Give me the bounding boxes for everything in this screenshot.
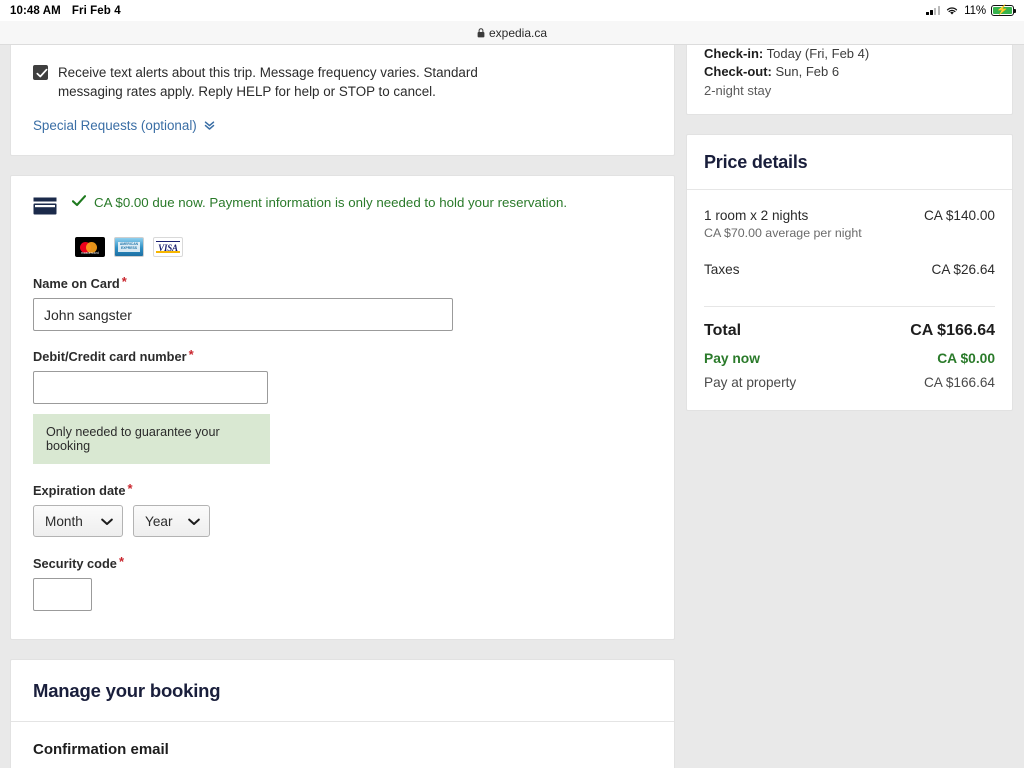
expiration-selects: Month Year — [33, 505, 652, 537]
payment-card: CA $0.00 due now. Payment information is… — [10, 175, 675, 640]
total-value: CA $166.64 — [910, 322, 995, 339]
url-text: expedia.ca — [488, 25, 548, 40]
double-chevron-down-icon — [204, 120, 215, 131]
pay-at-property-label: Pay at property — [704, 375, 797, 390]
pay-now-row: Pay now CA $0.00 — [704, 351, 995, 366]
amex-logo-icon: AMERICAN EXPRESS — [114, 237, 144, 257]
text-alerts-checkbox[interactable] — [33, 65, 48, 80]
confirmation-email-section: Confirmation email Please enter the emai… — [11, 722, 674, 768]
security-code-input[interactable] — [33, 578, 92, 611]
room-label: 1 room x 2 nights — [704, 208, 809, 223]
check-icon — [35, 68, 47, 78]
ipad-status-bar: 10:48 AM Fri Feb 4 11% ⚡ — [0, 0, 1024, 21]
taxes-line-item: Taxes CA $26.64 — [704, 262, 995, 277]
pay-now-label: Pay now — [704, 351, 760, 366]
page-content: Receive text alerts about this trip. Mes… — [0, 45, 1024, 768]
credit-card-icon — [33, 195, 58, 222]
date-label: Fri Feb 4 — [71, 4, 121, 17]
trip-dates-card: Check-in: Today (Fri, Feb 4) Check-out: … — [686, 45, 1013, 115]
name-on-card-field-group: Name on Card * — [33, 274, 652, 331]
pay-at-property-value: CA $166.64 — [923, 375, 995, 390]
expiration-date-label: Expiration date * — [33, 481, 133, 498]
room-value: CA $140.00 — [923, 208, 995, 223]
pay-at-property-row: Pay at property CA $166.64 — [704, 375, 995, 390]
battery-percent-label: 11% — [964, 4, 986, 17]
text-alerts-label: Receive text alerts about this trip. Mes… — [58, 65, 478, 99]
status-bar-left: 10:48 AM Fri Feb 4 — [10, 5, 121, 17]
required-marker: * — [188, 347, 194, 362]
required-marker: * — [127, 481, 133, 496]
price-line-items: 1 room x 2 nights CA $140.00 CA $70.00 a… — [687, 190, 1012, 287]
taxes-value: CA $26.64 — [931, 262, 996, 277]
manage-booking-header: Manage your booking — [11, 660, 674, 722]
required-marker: * — [118, 554, 124, 569]
confirmation-email-title: Confirmation email — [33, 741, 169, 758]
card-number-input[interactable] — [33, 371, 268, 404]
browser-url-bar[interactable]: expedia.ca — [0, 21, 1024, 45]
checkout-label: Check-out: — [704, 64, 772, 79]
pay-now-value: CA $0.00 — [937, 351, 995, 366]
price-details-header: Price details — [687, 135, 1012, 190]
room-average-note: CA $70.00 average per night — [704, 226, 862, 240]
card-number-label: Debit/Credit card number * — [33, 347, 194, 364]
expiration-month-value: Month — [45, 513, 83, 529]
left-column: Receive text alerts about this trip. Mes… — [10, 45, 675, 768]
price-details-title: Price details — [704, 152, 808, 172]
required-marker: * — [121, 274, 127, 289]
special-requests-link[interactable]: Special Requests (optional) — [33, 118, 215, 133]
expiration-year-select[interactable]: Year — [133, 505, 210, 537]
cellular-signal-icon — [926, 5, 941, 15]
payment-due-text: CA $0.00 due now. Payment information is… — [94, 195, 568, 210]
checkout-row: Check-out: Sun, Feb 6 — [704, 63, 995, 81]
chevron-down-icon — [188, 514, 200, 529]
total-row: Total CA $166.64 — [704, 322, 995, 340]
check-mark-icon — [71, 194, 87, 211]
card-number-hint: Only needed to guarantee your booking — [33, 414, 270, 464]
wifi-icon — [945, 5, 959, 16]
right-column: Check-in: Today (Fri, Feb 4) Check-out: … — [686, 45, 1013, 411]
manage-booking-title: Manage your booking — [33, 680, 221, 701]
security-code-label: Security code * — [33, 554, 124, 571]
checkout-value: Sun, Feb 6 — [775, 64, 840, 79]
checkin-row: Check-in: Today (Fri, Feb 4) — [704, 45, 995, 63]
text-alerts-row[interactable]: Receive text alerts about this trip. Mes… — [33, 63, 652, 101]
url-display[interactable]: expedia.ca — [477, 26, 547, 40]
manage-booking-card: Manage your booking Confirmation email P… — [10, 659, 675, 768]
battery-charging-icon: ⚡ — [991, 4, 1016, 17]
mastercard-logo-icon: mastercard — [75, 237, 105, 257]
expiration-field-group: Expiration date * Month Year — [33, 481, 652, 537]
accepted-card-logos: mastercard AMERICAN EXPRESS VISA — [75, 237, 652, 257]
name-on-card-label: Name on Card * — [33, 274, 127, 291]
clock: 10:48 AM — [10, 4, 61, 17]
price-totals: Total CA $166.64 Pay now CA $0.00 Pay at… — [687, 307, 1012, 410]
checkin-value: Today (Fri, Feb 4) — [766, 46, 870, 61]
visa-logo-icon: VISA — [153, 237, 183, 257]
lock-icon — [477, 27, 485, 38]
price-details-card: Price details 1 room x 2 nights CA $140.… — [686, 134, 1013, 411]
card-number-field-group: Debit/Credit card number * Only needed t… — [33, 347, 652, 464]
checkin-label: Check-in: — [704, 46, 764, 61]
total-label: Total — [704, 322, 742, 339]
taxes-label: Taxes — [704, 262, 740, 277]
stay-length: 2-night stay — [704, 83, 772, 98]
room-line-item: 1 room x 2 nights CA $140.00 — [704, 208, 995, 223]
name-on-card-input[interactable] — [33, 298, 453, 331]
payment-header: CA $0.00 due now. Payment information is… — [33, 194, 652, 222]
expiration-month-select[interactable]: Month — [33, 505, 123, 537]
chevron-down-icon — [101, 514, 113, 529]
special-requests-label: Special Requests (optional) — [33, 118, 197, 133]
payment-due-notice: CA $0.00 due now. Payment information is… — [71, 194, 568, 211]
expiration-year-value: Year — [145, 513, 173, 529]
status-bar-right: 11% ⚡ — [926, 4, 1016, 17]
security-code-field-group: Security code * — [33, 554, 652, 611]
text-alerts-card: Receive text alerts about this trip. Mes… — [10, 45, 675, 156]
